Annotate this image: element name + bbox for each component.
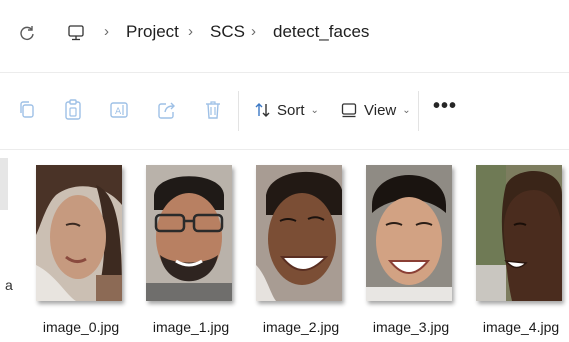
file-item[interactable]: image_1.jpg	[146, 165, 236, 335]
file-name: image_0.jpg	[42, 319, 120, 335]
file-item[interactable]: image_0.jpg	[36, 165, 126, 335]
command-bar: A Sort ⌄ View ⌄ •••	[0, 73, 569, 149]
rename-icon[interactable]: A	[106, 95, 132, 125]
file-name: image_4.jpg	[482, 319, 560, 335]
breadcrumb-project[interactable]: Project	[126, 22, 179, 42]
divider	[0, 149, 569, 150]
chevron-right-icon: ›	[251, 23, 256, 40]
share-icon[interactable]	[154, 95, 180, 125]
nav-pane-scrollbar[interactable]	[0, 158, 8, 210]
file-item[interactable]: image_2.jpg	[256, 165, 346, 335]
chevron-down-icon: ⌄	[402, 104, 411, 116]
chevron-down-icon: ⌄	[310, 104, 319, 116]
sort-button[interactable]: Sort ⌄	[254, 97, 319, 123]
image-thumbnail	[36, 165, 122, 301]
paste-icon[interactable]	[60, 95, 86, 125]
image-thumbnail	[476, 165, 562, 301]
file-name: image_1.jpg	[152, 319, 230, 335]
image-thumbnail	[146, 165, 232, 301]
sort-icon	[254, 101, 272, 119]
file-name: image_3.jpg	[372, 319, 450, 335]
svg-text:A: A	[115, 107, 122, 117]
nav-pane-item-label[interactable]: a	[5, 277, 13, 293]
breadcrumb-scs[interactable]: SCS	[210, 22, 245, 42]
breadcrumb-detect-faces[interactable]: detect_faces	[273, 22, 369, 42]
chevron-right-icon: ›	[104, 23, 109, 40]
image-thumbnail	[366, 165, 452, 301]
address-bar: › Project › SCS › detect_faces	[0, 0, 569, 72]
view-label: View	[364, 101, 397, 119]
refresh-icon[interactable]	[16, 22, 38, 44]
computer-icon[interactable]	[66, 22, 86, 44]
more-options-button[interactable]: •••	[433, 95, 457, 118]
image-thumbnail	[256, 165, 342, 301]
toolbar-separator	[418, 91, 419, 131]
file-item[interactable]: image_4.jpg	[476, 165, 566, 335]
view-button[interactable]: View ⌄	[341, 97, 411, 123]
file-name: image_2.jpg	[262, 319, 340, 335]
sort-label: Sort	[277, 101, 305, 119]
file-item[interactable]: image_3.jpg	[366, 165, 456, 335]
view-icon	[341, 102, 357, 118]
copy-icon[interactable]	[14, 95, 40, 125]
toolbar-separator	[238, 91, 239, 131]
chevron-right-icon: ›	[188, 23, 193, 40]
delete-icon[interactable]	[200, 95, 226, 125]
